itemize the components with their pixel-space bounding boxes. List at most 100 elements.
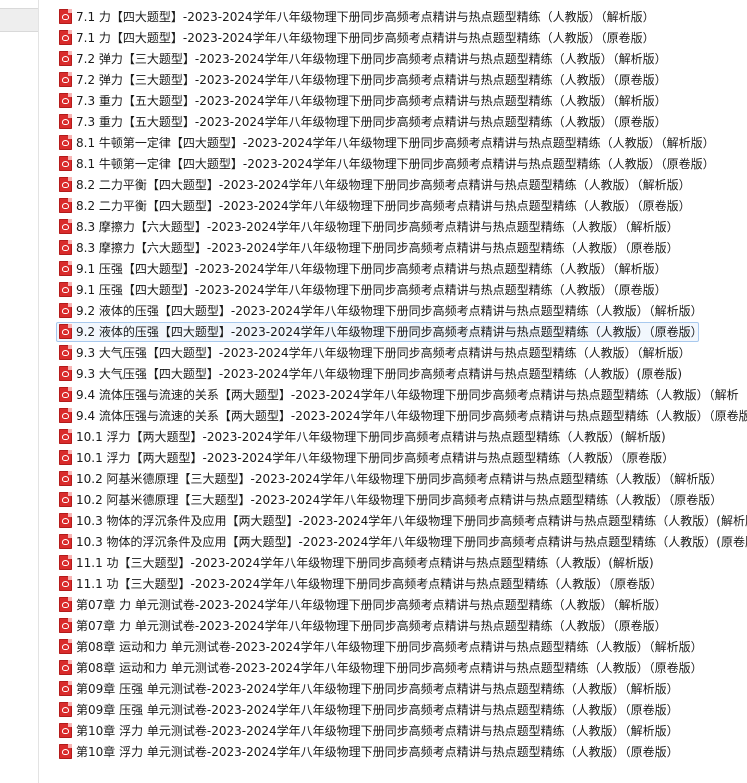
pdf-file-icon: [59, 198, 72, 213]
pdf-file-icon: [59, 702, 72, 717]
file-name: 7.3 重力【五大题型】-2023-2024学年八年级物理下册同步高频考点精讲与…: [76, 115, 667, 129]
pdf-file-icon: [59, 282, 72, 297]
file-row[interactable]: 10.3 物体的浮沉条件及应用【两大题型】-2023-2024学年八年级物理下册…: [56, 510, 747, 531]
file-name: 9.1 压强【四大题型】-2023-2024学年八年级物理下册同步高频考点精讲与…: [76, 262, 667, 276]
navigation-pane: [0, 0, 39, 783]
file-row[interactable]: 10.1 浮力【两大题型】-2023-2024学年八年级物理下册同步高频考点精讲…: [56, 426, 747, 447]
file-name: 11.1 功【三大题型】-2023-2024学年八年级物理下册同步高频考点精讲与…: [76, 577, 663, 591]
file-name: 10.2 阿基米德原理【三大题型】-2023-2024学年八年级物理下册同步高频…: [76, 493, 723, 507]
pdf-file-icon: [59, 177, 72, 192]
file-name: 第09章 压强 单元测试卷-2023-2024学年八年级物理下册同步高频考点精讲…: [76, 682, 679, 696]
pdf-file-icon: [59, 408, 72, 423]
file-name: 8.1 牛顿第一定律【四大题型】-2023-2024学年八年级物理下册同步高频考…: [76, 136, 715, 150]
file-name: 9.4 流体压强与流速的关系【两大题型】-2023-2024学年八年级物理下册同…: [76, 409, 747, 423]
pdf-file-icon: [59, 366, 72, 381]
file-row[interactable]: 第08章 运动和力 单元测试卷-2023-2024学年八年级物理下册同步高频考点…: [56, 657, 747, 678]
file-row[interactable]: 7.2 弹力【三大题型】-2023-2024学年八年级物理下册同步高频考点精讲与…: [56, 48, 747, 69]
pdf-file-icon: [59, 135, 72, 150]
pdf-file-icon: [59, 513, 72, 528]
file-row[interactable]: 9.3 大气压强【四大题型】-2023-2024学年八年级物理下册同步高频考点精…: [56, 363, 747, 384]
file-row[interactable]: 7.3 重力【五大题型】-2023-2024学年八年级物理下册同步高频考点精讲与…: [56, 90, 747, 111]
file-row[interactable]: 7.2 弹力【三大题型】-2023-2024学年八年级物理下册同步高频考点精讲与…: [56, 69, 747, 90]
pdf-file-icon: [59, 429, 72, 444]
file-row[interactable]: 10.1 浮力【两大题型】-2023-2024学年八年级物理下册同步高频考点精讲…: [56, 447, 747, 468]
file-row[interactable]: 8.3 摩擦力【六大题型】-2023-2024学年八年级物理下册同步高频考点精讲…: [56, 216, 747, 237]
file-name: 9.4 流体压强与流速的关系【两大题型】-2023-2024学年八年级物理下册同…: [76, 388, 739, 402]
file-name: 第08章 运动和力 单元测试卷-2023-2024学年八年级物理下册同步高频考点…: [76, 640, 703, 654]
file-name: 8.3 摩擦力【六大题型】-2023-2024学年八年级物理下册同步高频考点精讲…: [76, 241, 679, 255]
file-row[interactable]: 9.1 压强【四大题型】-2023-2024学年八年级物理下册同步高频考点精讲与…: [56, 258, 747, 279]
file-name: 8.3 摩擦力【六大题型】-2023-2024学年八年级物理下册同步高频考点精讲…: [76, 220, 679, 234]
pdf-file-icon: [59, 240, 72, 255]
file-row[interactable]: 第08章 运动和力 单元测试卷-2023-2024学年八年级物理下册同步高频考点…: [56, 636, 747, 657]
file-name: 9.2 液体的压强【四大题型】-2023-2024学年八年级物理下册同步高频考点…: [76, 325, 703, 339]
file-row[interactable]: 11.1 功【三大题型】-2023-2024学年八年级物理下册同步高频考点精讲与…: [56, 573, 747, 594]
file-row[interactable]: 8.1 牛顿第一定律【四大题型】-2023-2024学年八年级物理下册同步高频考…: [56, 132, 747, 153]
file-row[interactable]: 8.2 二力平衡【四大题型】-2023-2024学年八年级物理下册同步高频考点精…: [56, 174, 747, 195]
file-name: 8.2 二力平衡【四大题型】-2023-2024学年八年级物理下册同步高频考点精…: [76, 199, 691, 213]
file-name: 7.3 重力【五大题型】-2023-2024学年八年级物理下册同步高频考点精讲与…: [76, 94, 667, 108]
file-row[interactable]: 第10章 浮力 单元测试卷-2023-2024学年八年级物理下册同步高频考点精讲…: [56, 741, 747, 762]
pdf-file-icon: [59, 576, 72, 591]
file-name: 10.2 阿基米德原理【三大题型】-2023-2024学年八年级物理下册同步高频…: [76, 472, 723, 486]
pdf-file-icon: [59, 681, 72, 696]
file-row[interactable]: 9.1 压强【四大题型】-2023-2024学年八年级物理下册同步高频考点精讲与…: [56, 279, 747, 300]
file-row[interactable]: 7.1 力【四大题型】-2023-2024学年八年级物理下册同步高频考点精讲与热…: [56, 6, 747, 27]
file-row[interactable]: 7.3 重力【五大题型】-2023-2024学年八年级物理下册同步高频考点精讲与…: [56, 111, 747, 132]
file-name: 10.3 物体的浮沉条件及应用【两大题型】-2023-2024学年八年级物理下册…: [76, 514, 747, 528]
pdf-file-icon: [59, 9, 72, 24]
file-row[interactable]: 第07章 力 单元测试卷-2023-2024学年八年级物理下册同步高频考点精讲与…: [56, 615, 747, 636]
file-name: 10.3 物体的浮沉条件及应用【两大题型】-2023-2024学年八年级物理下册…: [76, 535, 747, 549]
pdf-file-icon: [59, 30, 72, 45]
file-name: 9.3 大气压强【四大题型】-2023-2024学年八年级物理下册同步高频考点精…: [76, 346, 691, 360]
file-row[interactable]: 第09章 压强 单元测试卷-2023-2024学年八年级物理下册同步高频考点精讲…: [56, 699, 747, 720]
file-row[interactable]: 10.3 物体的浮沉条件及应用【两大题型】-2023-2024学年八年级物理下册…: [56, 531, 747, 552]
file-row[interactable]: 9.4 流体压强与流速的关系【两大题型】-2023-2024学年八年级物理下册同…: [56, 405, 747, 426]
pdf-file-icon: [59, 555, 72, 570]
pdf-file-icon: [59, 471, 72, 486]
navigation-pane-selected-item[interactable]: [0, 8, 38, 32]
file-row[interactable]: 9.4 流体压强与流速的关系【两大题型】-2023-2024学年八年级物理下册同…: [56, 384, 747, 405]
file-row[interactable]: 11.1 功【三大题型】-2023-2024学年八年级物理下册同步高频考点精讲与…: [56, 552, 747, 573]
file-name: 第08章 运动和力 单元测试卷-2023-2024学年八年级物理下册同步高频考点…: [76, 661, 703, 675]
file-row[interactable]: 9.3 大气压强【四大题型】-2023-2024学年八年级物理下册同步高频考点精…: [56, 342, 747, 363]
file-list: 7.1 力【四大题型】-2023-2024学年八年级物理下册同步高频考点精讲与热…: [56, 6, 747, 783]
file-row[interactable]: 7.1 力【四大题型】-2023-2024学年八年级物理下册同步高频考点精讲与热…: [56, 27, 747, 48]
pdf-file-icon: [59, 219, 72, 234]
file-row[interactable]: 第10章 浮力 单元测试卷-2023-2024学年八年级物理下册同步高频考点精讲…: [56, 720, 747, 741]
file-name: 第09章 压强 单元测试卷-2023-2024学年八年级物理下册同步高频考点精讲…: [76, 703, 679, 717]
file-name: 9.3 大气压强【四大题型】-2023-2024学年八年级物理下册同步高频考点精…: [76, 367, 683, 381]
pdf-file-icon: [59, 345, 72, 360]
file-name: 8.2 二力平衡【四大题型】-2023-2024学年八年级物理下册同步高频考点精…: [76, 178, 691, 192]
file-name: 10.1 浮力【两大题型】-2023-2024学年八年级物理下册同步高频考点精讲…: [76, 430, 666, 444]
pdf-file-icon: [59, 723, 72, 738]
pdf-file-icon: [59, 261, 72, 276]
pdf-file-icon: [59, 744, 72, 759]
file-name: 7.1 力【四大题型】-2023-2024学年八年级物理下册同步高频考点精讲与热…: [76, 31, 655, 45]
file-name: 第07章 力 单元测试卷-2023-2024学年八年级物理下册同步高频考点精讲与…: [76, 619, 667, 633]
file-name: 7.1 力【四大题型】-2023-2024学年八年级物理下册同步高频考点精讲与热…: [76, 10, 655, 24]
file-name: 7.2 弹力【三大题型】-2023-2024学年八年级物理下册同步高频考点精讲与…: [76, 73, 667, 87]
file-name: 11.1 功【三大题型】-2023-2024学年八年级物理下册同步高频考点精讲与…: [76, 556, 654, 570]
file-row[interactable]: 8.3 摩擦力【六大题型】-2023-2024学年八年级物理下册同步高频考点精讲…: [56, 237, 747, 258]
pdf-file-icon: [59, 72, 72, 87]
file-name: 9.2 液体的压强【四大题型】-2023-2024学年八年级物理下册同步高频考点…: [76, 304, 703, 318]
file-name: 8.1 牛顿第一定律【四大题型】-2023-2024学年八年级物理下册同步高频考…: [76, 157, 715, 171]
file-row[interactable]: 8.1 牛顿第一定律【四大题型】-2023-2024学年八年级物理下册同步高频考…: [56, 153, 747, 174]
pdf-file-icon: [59, 639, 72, 654]
file-row[interactable]: 第09章 压强 单元测试卷-2023-2024学年八年级物理下册同步高频考点精讲…: [56, 678, 747, 699]
pdf-file-icon: [59, 51, 72, 66]
file-name: 7.2 弹力【三大题型】-2023-2024学年八年级物理下册同步高频考点精讲与…: [76, 52, 667, 66]
file-name: 第10章 浮力 单元测试卷-2023-2024学年八年级物理下册同步高频考点精讲…: [76, 724, 679, 738]
pdf-file-icon: [59, 660, 72, 675]
pdf-file-icon: [59, 324, 72, 339]
file-row[interactable]: 第07章 力 单元测试卷-2023-2024学年八年级物理下册同步高频考点精讲与…: [56, 594, 747, 615]
pdf-file-icon: [59, 597, 72, 612]
pdf-file-icon: [59, 387, 72, 402]
file-row[interactable]: 10.2 阿基米德原理【三大题型】-2023-2024学年八年级物理下册同步高频…: [56, 468, 747, 489]
file-row[interactable]: 9.2 液体的压强【四大题型】-2023-2024学年八年级物理下册同步高频考点…: [56, 321, 747, 342]
file-row[interactable]: 8.2 二力平衡【四大题型】-2023-2024学年八年级物理下册同步高频考点精…: [56, 195, 747, 216]
pdf-file-icon: [59, 534, 72, 549]
file-row[interactable]: 9.2 液体的压强【四大题型】-2023-2024学年八年级物理下册同步高频考点…: [56, 300, 747, 321]
file-row[interactable]: 10.2 阿基米德原理【三大题型】-2023-2024学年八年级物理下册同步高频…: [56, 489, 747, 510]
